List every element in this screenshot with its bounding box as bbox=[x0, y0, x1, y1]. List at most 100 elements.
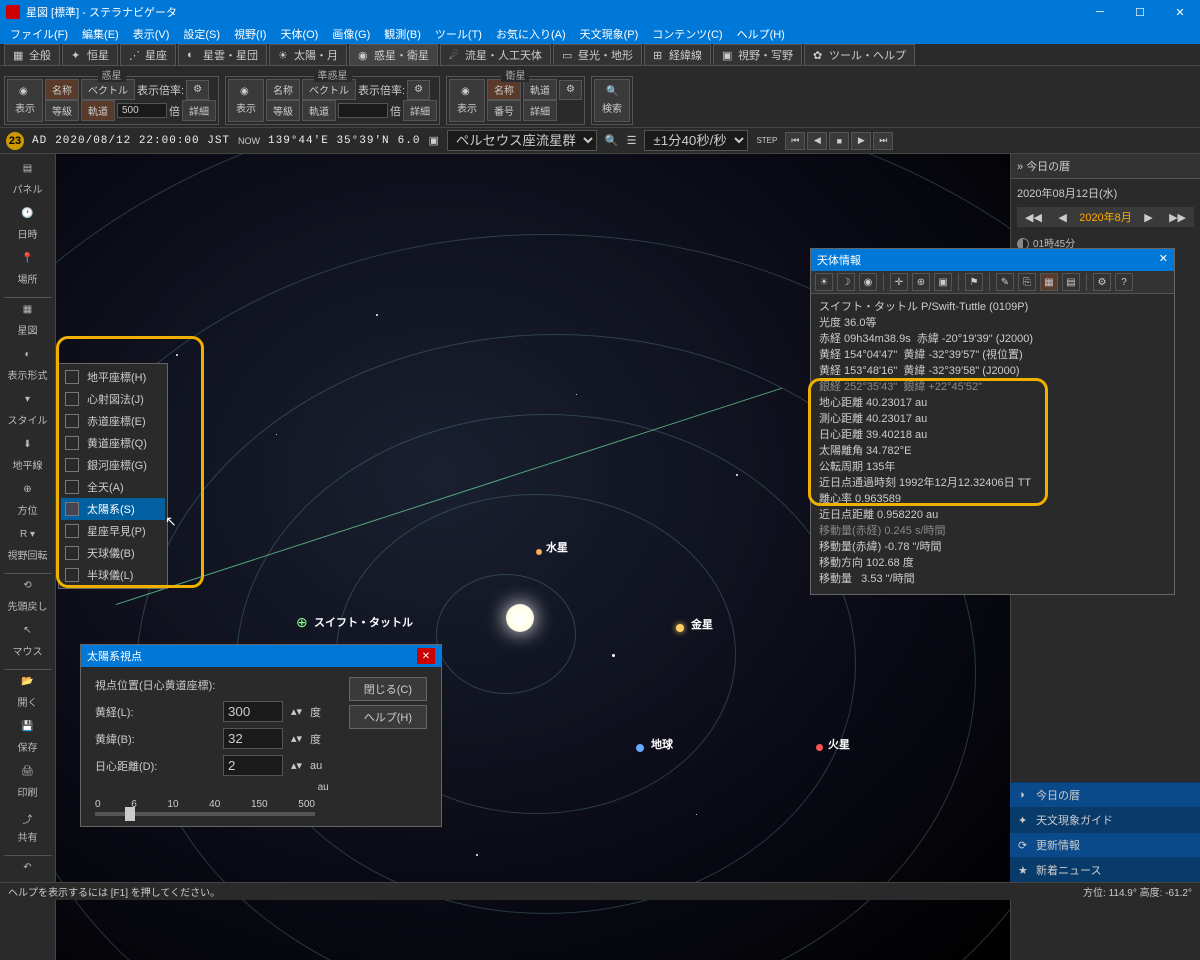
planet-detail-button[interactable]: 詳細 bbox=[182, 100, 216, 121]
dialog-close-action[interactable]: 閉じる(C) bbox=[349, 677, 427, 701]
fov-display[interactable]: 6.0 bbox=[398, 135, 421, 147]
menu-object[interactable]: 天体(O) bbox=[274, 24, 324, 44]
azimuth-button[interactable]: ⊕方位 bbox=[4, 479, 52, 522]
minimize-button[interactable]: ─ bbox=[1080, 0, 1120, 24]
tab-sunmoon[interactable]: ☀太陽・月 bbox=[269, 44, 347, 66]
satellite-gear-button[interactable]: ⚙ bbox=[559, 80, 582, 100]
menu-fov[interactable]: 視野(I) bbox=[228, 24, 272, 44]
menu-galactic[interactable]: 銀河座標(G) bbox=[61, 454, 165, 476]
location-display[interactable]: 139°44'E 35°39'N bbox=[268, 135, 390, 147]
speed-select[interactable]: ±1分40秒/秒 bbox=[644, 130, 748, 151]
tab-nebula[interactable]: ◐星雲・星団 bbox=[178, 44, 267, 66]
slider-thumb[interactable] bbox=[125, 807, 135, 821]
menu-edit[interactable]: 編集(E) bbox=[76, 24, 125, 44]
horizon-button[interactable]: ⬇地平線 bbox=[4, 434, 52, 477]
info-flag-icon[interactable]: ⚑ bbox=[965, 273, 983, 291]
menu-celestial-globe[interactable]: 天球儀(B) bbox=[61, 542, 165, 564]
open-button[interactable]: 📂開く bbox=[4, 669, 52, 714]
dialog-close-button[interactable]: ✕ bbox=[417, 648, 435, 664]
close-button[interactable]: ✕ bbox=[1160, 0, 1200, 24]
menu-help[interactable]: ヘルプ(H) bbox=[731, 24, 791, 44]
cal-next-fast[interactable]: ▶▶ bbox=[1165, 211, 1190, 224]
info-settings-icon[interactable]: ⚙ bbox=[1093, 273, 1111, 291]
subplanet-orbit-button[interactable]: 軌道 bbox=[302, 100, 336, 121]
info-target-icon[interactable]: ⊕ bbox=[912, 273, 930, 291]
menu-fav[interactable]: お気に入り(A) bbox=[490, 24, 572, 44]
forward-end-button[interactable]: ⏭ bbox=[873, 132, 893, 150]
menu-phenom[interactable]: 天文現象(P) bbox=[574, 24, 645, 44]
menu-image[interactable]: 画像(G) bbox=[326, 24, 376, 44]
satellite-detail-button[interactable]: 詳細 bbox=[523, 100, 557, 121]
mars-body[interactable] bbox=[816, 744, 823, 751]
ecl-lat-input[interactable] bbox=[223, 728, 283, 749]
rewind-button2[interactable]: ⟲先頭戻し bbox=[4, 573, 52, 618]
tab-grid[interactable]: ⊞経緯線 bbox=[644, 44, 711, 66]
info-cross-icon[interactable]: ✛ bbox=[890, 273, 908, 291]
info-help-icon[interactable]: ? bbox=[1115, 273, 1133, 291]
ecl-lon-input[interactable] bbox=[223, 701, 283, 722]
menu-observe[interactable]: 観測(B) bbox=[378, 24, 427, 44]
tab-constellation[interactable]: ⋰星座 bbox=[120, 44, 176, 66]
menu-planisphere[interactable]: 星座早見(P) bbox=[61, 520, 165, 542]
menu-file[interactable]: ファイル(F) bbox=[4, 24, 74, 44]
info-camera-icon[interactable]: ▣ bbox=[934, 273, 952, 291]
satellite-display-button[interactable]: ◉表示 bbox=[449, 79, 485, 122]
link-almanac[interactable]: ◑今日の暦 bbox=[1010, 782, 1200, 807]
tab-general[interactable]: ▦全般 bbox=[4, 44, 60, 66]
info-sun-icon[interactable]: ☀ bbox=[815, 273, 833, 291]
satellite-orbit-button[interactable]: 軌道 bbox=[523, 79, 557, 100]
info-image-icon[interactable]: ▦ bbox=[1040, 273, 1058, 291]
subplanet-scale-input[interactable] bbox=[338, 103, 388, 118]
tab-meteor[interactable]: ☄流星・人工天体 bbox=[440, 44, 551, 66]
dialog-help-action[interactable]: ヘルプ(H) bbox=[349, 705, 427, 729]
target-select[interactable]: ペルセウス座流星群 bbox=[447, 130, 597, 151]
info-edit-icon[interactable]: ✎ bbox=[996, 273, 1014, 291]
play-button[interactable]: ▶ bbox=[851, 132, 871, 150]
planet-scale-input[interactable] bbox=[117, 103, 167, 118]
menu-allsky[interactable]: 全天(A) bbox=[61, 476, 165, 498]
subplanet-mag-button[interactable]: 等級 bbox=[266, 100, 300, 121]
info-window-icon[interactable]: ▤ bbox=[1062, 273, 1080, 291]
satellite-num-button[interactable]: 番号 bbox=[487, 100, 521, 121]
fov-rotate-button[interactable]: R ▾視野回転 bbox=[4, 524, 52, 567]
planet-mag-button[interactable]: 等級 bbox=[45, 100, 79, 121]
menu-ecliptic[interactable]: 黄道座標(Q) bbox=[61, 432, 165, 454]
search-icon[interactable]: 🔍 bbox=[605, 134, 619, 147]
spinner-icon[interactable]: ▴▾ bbox=[291, 759, 302, 772]
subplanet-display-button[interactable]: ◉表示 bbox=[228, 79, 264, 122]
planet-display-button[interactable]: ◉表示 bbox=[7, 79, 43, 122]
subplanet-vector-button[interactable]: ベクトル bbox=[302, 79, 356, 100]
tab-planet[interactable]: ◉惑星・衛星 bbox=[349, 44, 438, 66]
menu-settings[interactable]: 設定(S) bbox=[177, 24, 226, 44]
share-button[interactable]: ⤴共有 bbox=[4, 806, 52, 849]
print-button[interactable]: 🖨印刷 bbox=[4, 761, 52, 804]
rewind-end-button[interactable]: ⏮ bbox=[785, 132, 805, 150]
menu-equatorial[interactable]: 赤道座標(E) bbox=[61, 410, 165, 432]
location-button[interactable]: 📍場所 bbox=[4, 248, 52, 291]
chart-button[interactable]: ▦星図 bbox=[4, 297, 52, 342]
style-button[interactable]: ▾スタイル bbox=[4, 389, 52, 432]
menu-gnomonic[interactable]: 心射図法(J) bbox=[61, 388, 165, 410]
menu-tool[interactable]: ツール(T) bbox=[429, 24, 488, 44]
info-close-button[interactable]: ✕ bbox=[1159, 252, 1168, 268]
subplanet-name-button[interactable]: 名称 bbox=[266, 79, 300, 100]
list-icon[interactable]: ☰ bbox=[627, 134, 637, 147]
mercury-body[interactable] bbox=[536, 549, 542, 555]
comet-marker[interactable]: ⊕ bbox=[296, 614, 308, 631]
tab-fov[interactable]: ▣視野・写野 bbox=[713, 44, 802, 66]
spinner-icon[interactable]: ▴▾ bbox=[291, 705, 302, 718]
planet-vector-button[interactable]: ベクトル bbox=[81, 79, 135, 100]
cal-prev[interactable]: ◀ bbox=[1054, 211, 1070, 224]
earth-body[interactable] bbox=[636, 744, 644, 752]
menu-hemisphere[interactable]: 半球儀(L) bbox=[61, 564, 165, 586]
info-copy-icon[interactable]: ⎘ bbox=[1018, 273, 1036, 291]
info-moon-icon[interactable]: ☽ bbox=[837, 273, 855, 291]
distance-slider[interactable] bbox=[95, 812, 315, 816]
venus-body[interactable] bbox=[676, 624, 684, 632]
link-updates[interactable]: ⟳更新情報 bbox=[1010, 832, 1200, 857]
planet-orbit-button[interactable]: 軌道 bbox=[81, 100, 115, 121]
cal-next[interactable]: ▶ bbox=[1140, 211, 1156, 224]
planet-gear-button[interactable]: ⚙ bbox=[186, 80, 209, 100]
helio-dist-input[interactable] bbox=[223, 755, 283, 776]
tab-toolhelp[interactable]: ✿ツール・ヘルプ bbox=[804, 44, 915, 66]
